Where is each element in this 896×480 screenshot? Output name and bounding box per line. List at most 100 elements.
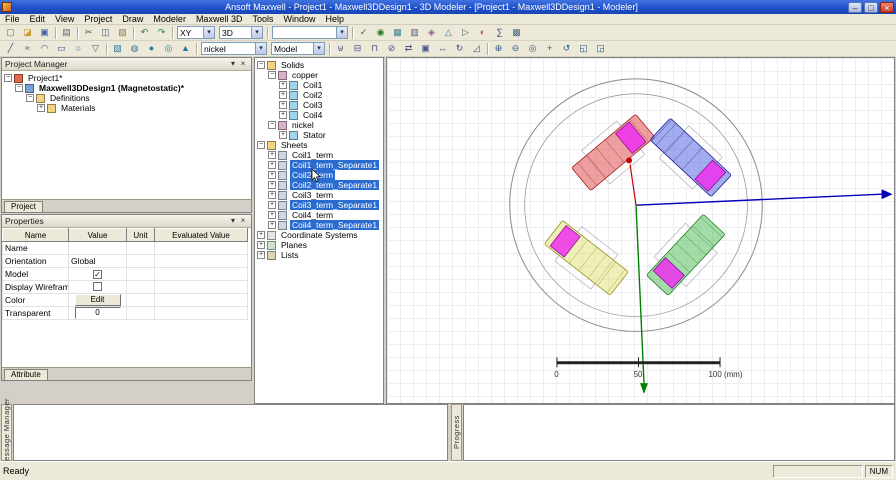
property-row-transparent[interactable]: Transparent 0 (2, 306, 248, 320)
rotate-icon[interactable]: ↻ (451, 41, 468, 57)
draw-spline-icon[interactable]: ≈ (19, 41, 36, 57)
menu-item[interactable]: Project (79, 14, 117, 25)
tree-item[interactable]: + Stator (257, 130, 381, 140)
expand-icon[interactable]: + (268, 151, 276, 159)
expand-icon[interactable]: + (279, 101, 287, 109)
project-manager-header[interactable]: Project Manager ▾ × (2, 58, 251, 71)
properties-header[interactable]: Properties ▾ × (2, 215, 251, 228)
menu-item[interactable]: Window (278, 14, 320, 25)
tree-item-label[interactable]: Coil1 (301, 80, 324, 90)
tree-item[interactable]: − Maxwell3DDesign1 (Magnetostatic)* (4, 83, 249, 93)
draw-rectangle-icon[interactable]: ▭ (53, 41, 70, 57)
analyze-all-icon[interactable]: ◉ (372, 25, 389, 41)
tree-item[interactable]: + Coil1_term (257, 150, 381, 160)
fit-selection-icon[interactable]: ◲ (592, 41, 609, 57)
excitations-icon[interactable]: ◐ (474, 25, 491, 41)
property-row-orientation[interactable]: Orientation Global (2, 254, 248, 268)
property-row-color[interactable]: Color Edit (2, 293, 248, 307)
collapse-icon[interactable]: − (257, 141, 265, 149)
tree-item[interactable]: − Definitions (4, 93, 249, 103)
tree-item-label[interactable]: Coil3_term (290, 190, 335, 200)
mesh-icon[interactable]: ▦ (389, 25, 406, 41)
dropdown-arrow-icon[interactable]: ▾ (336, 27, 347, 38)
boundaries-icon[interactable]: ▷ (457, 25, 474, 41)
progress-titlebar[interactable]: Progress (451, 404, 462, 461)
tree-item-label[interactable]: Coil4_term (290, 210, 335, 220)
tree-item[interactable]: + Materials (4, 103, 249, 113)
open-icon[interactable]: ◪ (19, 25, 36, 41)
menu-item[interactable]: Edit (25, 14, 51, 25)
solve-setup-select[interactable]: ▾ (272, 26, 348, 39)
draw-polygon-icon[interactable]: ▽ (87, 41, 104, 57)
unite-icon[interactable]: ⊎ (332, 41, 349, 57)
column-header-value[interactable]: Value (68, 228, 127, 242)
tree-item[interactable]: + Lists (257, 250, 381, 260)
tree-item-label[interactable]: Coil3_term_Separate1 (290, 200, 380, 210)
tree-item-label[interactable]: Coil2 (301, 90, 324, 100)
draw-box-icon[interactable]: ▧ (109, 41, 126, 57)
property-row-name[interactable]: Name (2, 241, 248, 255)
transparent-field[interactable]: 0 (74, 307, 121, 319)
draw-sphere-icon[interactable]: ● (143, 41, 160, 57)
dropdown-arrow-icon[interactable]: ▾ (255, 43, 266, 54)
dropdown-arrow-icon[interactable]: ▾ (203, 27, 214, 38)
column-header-unit[interactable]: Unit (126, 228, 155, 242)
panel-close-icon[interactable]: × (238, 216, 248, 226)
print-icon[interactable]: ▤ (58, 25, 75, 41)
coil4-green[interactable] (641, 209, 730, 300)
expand-icon[interactable]: + (268, 221, 276, 229)
save-icon[interactable]: ▣ (36, 25, 53, 41)
expand-icon[interactable]: + (279, 91, 287, 99)
undo-icon[interactable]: ↶ (136, 25, 153, 41)
zoom-fit-icon[interactable]: ◎ (524, 41, 541, 57)
draw-line-icon[interactable]: ╱ (2, 41, 19, 57)
tree-item-label[interactable]: Definitions (48, 93, 92, 103)
tree-item[interactable]: + Coil4_term_Separate1 (257, 220, 381, 230)
tree-item[interactable]: + Coil2 (257, 90, 381, 100)
menu-item[interactable]: Tools (247, 14, 278, 25)
minimize-button[interactable]: – (848, 1, 862, 13)
tree-item[interactable]: + Coil3 (257, 100, 381, 110)
viewport-3d[interactable]: 0 50 100 (mm) (386, 57, 895, 404)
redo-icon[interactable]: ↷ (153, 25, 170, 41)
tree-item-label[interactable]: Maxwell3DDesign1 (Magnetostatic)* (37, 83, 186, 93)
maximize-button[interactable]: □ (864, 1, 878, 13)
duplicate-icon[interactable]: ▣ (417, 41, 434, 57)
intersect-icon[interactable]: ⊓ (366, 41, 383, 57)
expand-icon[interactable]: + (37, 104, 45, 112)
model-3d-canvas[interactable]: 0 50 100 (mm) (387, 58, 894, 403)
dropdown-arrow-icon[interactable]: ▾ (313, 43, 324, 54)
column-header-name[interactable]: Name (2, 228, 69, 242)
expand-icon[interactable]: + (279, 131, 287, 139)
property-row-model[interactable]: Model ✓ (2, 267, 248, 281)
expand-icon[interactable]: + (268, 191, 276, 199)
tree-item-label[interactable]: Stator (301, 130, 328, 140)
property-value[interactable]: Global (68, 254, 127, 268)
zoom-in-icon[interactable]: ⊕ (490, 41, 507, 57)
expand-icon[interactable]: + (257, 241, 265, 249)
expand-icon[interactable]: + (268, 211, 276, 219)
menu-item[interactable]: Maxwell 3D (191, 14, 248, 25)
model-checkbox[interactable]: ✓ (93, 270, 102, 279)
mesh-operations-icon[interactable]: ▩ (508, 25, 525, 41)
column-header-evaluated[interactable]: Evaluated Value (154, 228, 248, 242)
menu-item[interactable]: View (50, 14, 79, 25)
close-button[interactable]: × (880, 1, 894, 13)
menu-item[interactable]: Help (320, 14, 349, 25)
pan-icon[interactable]: + (541, 41, 558, 57)
dimension-select[interactable]: 3D ▾ (219, 26, 263, 39)
collapse-icon[interactable]: − (257, 61, 265, 69)
collapse-icon[interactable]: − (26, 94, 34, 102)
tree-item-label[interactable]: Sheets (279, 140, 309, 150)
model-type-select[interactable]: Model ▾ (271, 42, 325, 55)
tree-item-label[interactable]: Solids (279, 60, 306, 70)
expand-icon[interactable]: + (268, 161, 276, 169)
split-icon[interactable]: ⊘ (383, 41, 400, 57)
tree-item-label[interactable]: Planes (279, 240, 309, 250)
dropdown-arrow-icon[interactable]: ▾ (251, 27, 262, 38)
property-row-display-wireframe[interactable]: Display Wireframe (2, 280, 248, 294)
cut-icon[interactable]: ✂ (80, 25, 97, 41)
tree-item-label[interactable]: Coil2_term_Separate1 (290, 180, 380, 190)
validate-icon[interactable]: ✓ (355, 25, 372, 41)
collapse-icon[interactable]: − (268, 121, 276, 129)
